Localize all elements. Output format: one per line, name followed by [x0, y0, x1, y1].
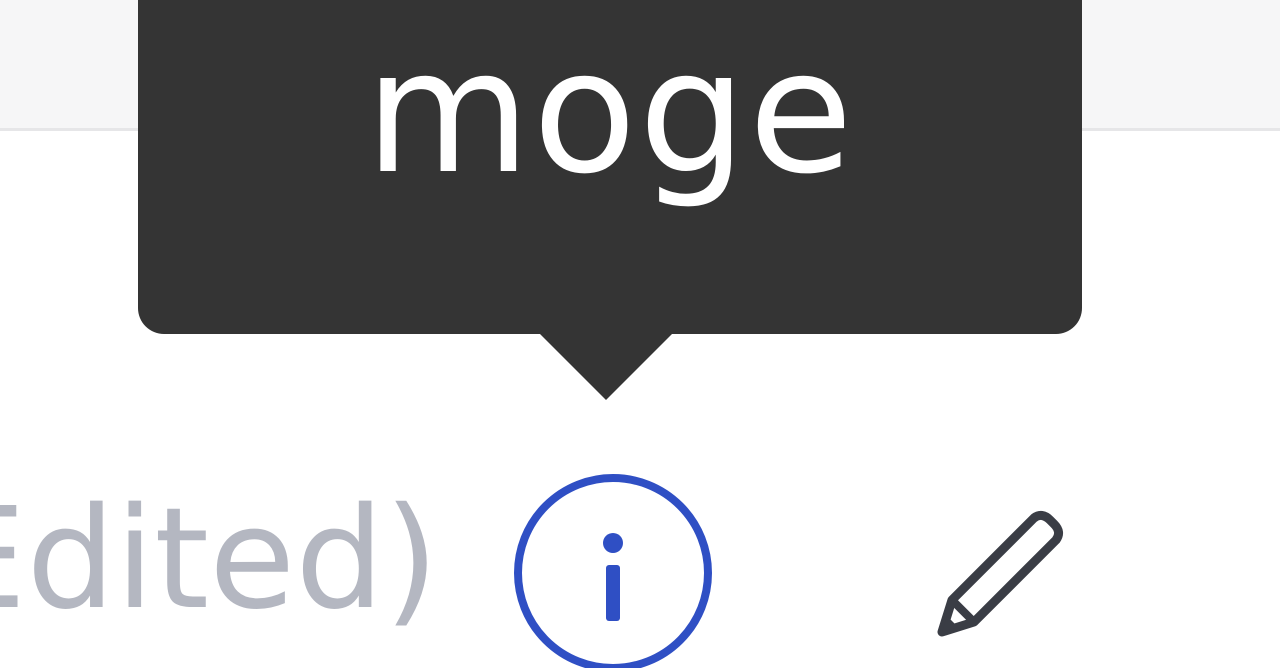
info-circle-icon	[514, 474, 712, 668]
tooltip-arrow	[538, 332, 674, 400]
tooltip-text: moge	[364, 14, 856, 212]
edited-label: Edited)	[0, 478, 439, 641]
comment-toolbar-area: moge Edited)	[0, 0, 1280, 668]
tooltip: moge	[138, 0, 1082, 334]
info-button[interactable]	[510, 470, 716, 668]
edit-button[interactable]	[928, 506, 1068, 646]
pencil-icon	[937, 510, 1064, 637]
